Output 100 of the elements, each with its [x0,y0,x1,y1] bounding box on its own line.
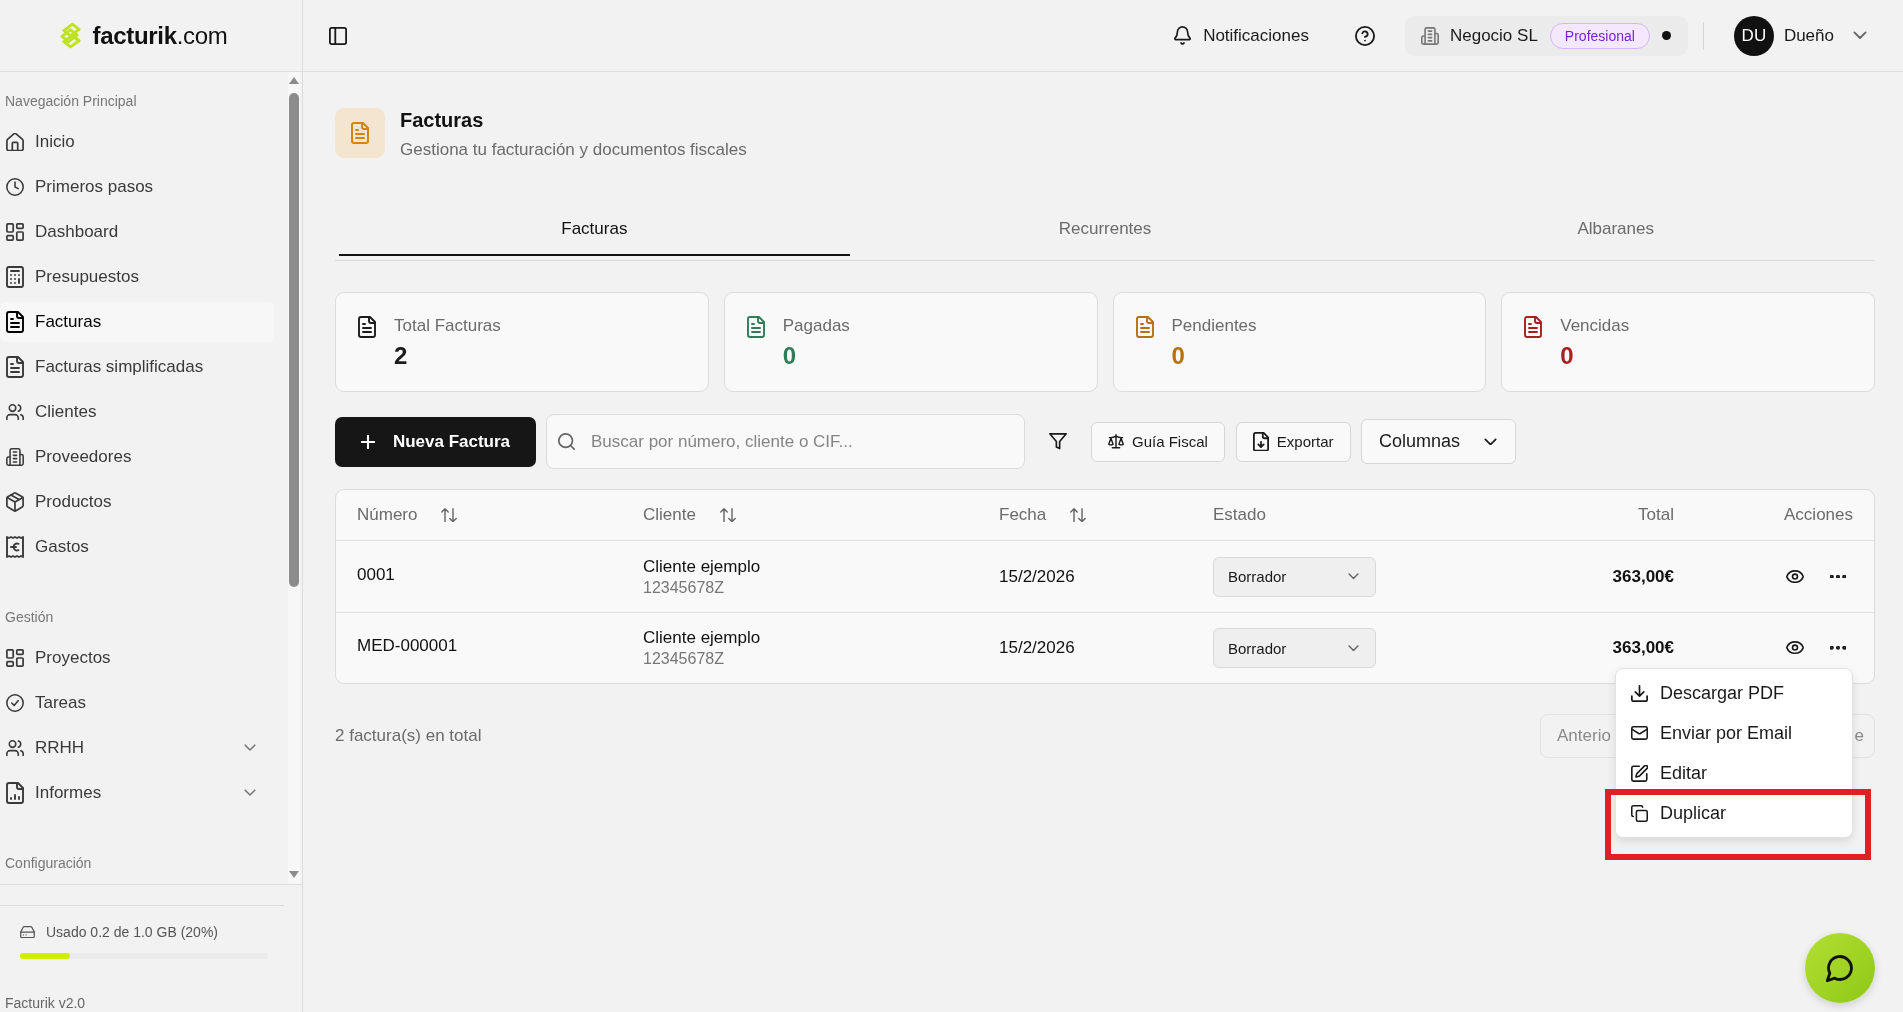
column-header[interactable]: Fecha [999,505,1087,525]
company-switcher[interactable]: Negocio SL Profesional [1404,15,1688,56]
nav-item[interactable]: Proveedores [0,437,274,477]
nav-item[interactable]: Facturas simplificadas [0,347,274,387]
status-select[interactable]: Borrador [1213,556,1376,597]
stat-value: 0 [1171,341,1185,371]
pencil-square-icon [1631,764,1648,782]
page-subtitle: Gestiona tu facturación y documentos fiscales [400,139,747,161]
invoice-date: 15/2/2026 [999,566,1075,587]
more-icon[interactable] [1830,646,1846,650]
invoice-total: 363,00€ [1612,566,1674,587]
sort-icon [441,507,458,523]
sidebar-panel-icon[interactable] [329,26,347,45]
nav-item[interactable]: Informes [0,773,274,813]
invoice-total: 363,00€ [1612,638,1674,658]
chart-document-icon [6,782,24,804]
nav-item[interactable]: Presupuestos [0,257,274,297]
stat-value: 0 [782,341,797,371]
stat-label: Pendientes [1171,315,1257,337]
search-field[interactable]: Buscar por número, cliente o CIF... [546,414,1025,469]
chevron-icon [1853,31,1867,40]
scroll-thumb[interactable] [289,93,299,587]
column-header[interactable]: Cliente [643,505,736,525]
nav-item[interactable]: Clientes [0,392,274,432]
clock-icon [6,178,24,196]
avatar: DU [1733,15,1774,56]
envelope-icon [1631,726,1648,740]
user-menu-button[interactable]: DU Dueño [1733,15,1867,56]
new-invoice-button[interactable]: Nueva Factura [335,416,536,467]
box-icon [6,492,24,512]
version-label: Facturik v2.0 [5,995,86,1011]
export-button[interactable]: Exportar [1235,421,1351,462]
invoice-number: MED-000001 [357,636,458,656]
users-icon [6,739,24,757]
building-icon [6,448,24,466]
document-icon [6,356,24,378]
chevron-icon [1348,644,1359,652]
help-icon[interactable] [1354,25,1375,46]
nav-item[interactable]: Inicio [0,122,274,162]
invoice-count: 2 factura(s) en total [335,726,482,746]
file-download-icon [1252,431,1269,452]
tab[interactable]: Recurrentes [849,208,1361,256]
document-icon [1135,316,1154,338]
drive-icon [20,925,35,939]
nav-item[interactable]: Tareas [0,683,274,723]
document-icon [746,316,765,338]
nav-item[interactable]: Productos [0,482,274,522]
scale-icon [1108,434,1124,449]
nav-item[interactable]: Primeros pasos [0,167,274,207]
receipt-icon [6,536,24,558]
building-icon [1420,26,1439,45]
copy-icon [1631,804,1648,822]
tab[interactable]: Albaranes [1360,208,1871,256]
nav-item[interactable]: Dashboard [0,212,274,252]
logo-icon [60,22,82,49]
client-name: Cliente ejemplo [643,627,761,649]
status-select[interactable]: Borrador [1213,628,1376,668]
users-icon [6,403,24,421]
grid-icon [6,223,24,241]
storage-label: Usado 0.2 de 1.0 GB (20%) [46,923,218,941]
invoice-date: 15/2/2026 [999,638,1075,658]
filter-icon[interactable] [1049,433,1067,450]
nav-item[interactable]: RRHH [0,728,274,768]
calculator-icon [6,266,24,288]
chevron-icon [1484,437,1498,446]
nav-item[interactable]: Proyectos [0,638,274,678]
tax-guide-button[interactable]: Guía Fiscal [1091,421,1225,462]
grid-icon [6,649,24,667]
chat-bubble-icon [1826,954,1854,982]
nav-item[interactable]: Facturas [0,302,274,342]
download-icon [1631,684,1648,702]
menu-item[interactable]: Duplicar [1616,798,1852,828]
column-header: Acciones [1784,505,1853,525]
stat-label: Vencidas [1560,315,1630,337]
eye-icon[interactable] [1786,641,1804,655]
notifications-button[interactable]: Notificaciones [1174,25,1309,46]
tax-id: 12345678Z [643,649,724,669]
tab[interactable]: Facturas [339,208,850,256]
chat-button[interactable] [1805,933,1875,1003]
plan-badge: Profesional [1549,22,1650,49]
stat-label: Pagadas [782,315,850,337]
menu-item[interactable]: Editar [1616,758,1852,788]
scroll-up-arrow-icon[interactable] [289,77,299,84]
menu-item[interactable]: Enviar por Email [1616,718,1852,748]
scrollbar[interactable] [288,72,300,884]
client-name: Cliente ejemplo [643,555,761,578]
chevron-icon [1348,573,1359,580]
nav-item[interactable]: Gastos [0,527,274,567]
more-icon[interactable] [1830,574,1846,579]
eye-icon[interactable] [1786,569,1804,584]
status-dot-icon [1661,31,1671,40]
column-header[interactable]: Número [357,505,458,525]
invoice-number: 0001 [357,564,395,585]
scroll-down-arrow-icon[interactable] [289,871,299,878]
document-icon [1524,316,1543,338]
sort-icon [1070,507,1087,523]
search-icon [558,433,575,450]
columns-button[interactable]: Columnas [1360,419,1516,464]
stat-value: 0 [1560,341,1574,371]
menu-item[interactable]: Descargar PDF [1616,678,1852,708]
